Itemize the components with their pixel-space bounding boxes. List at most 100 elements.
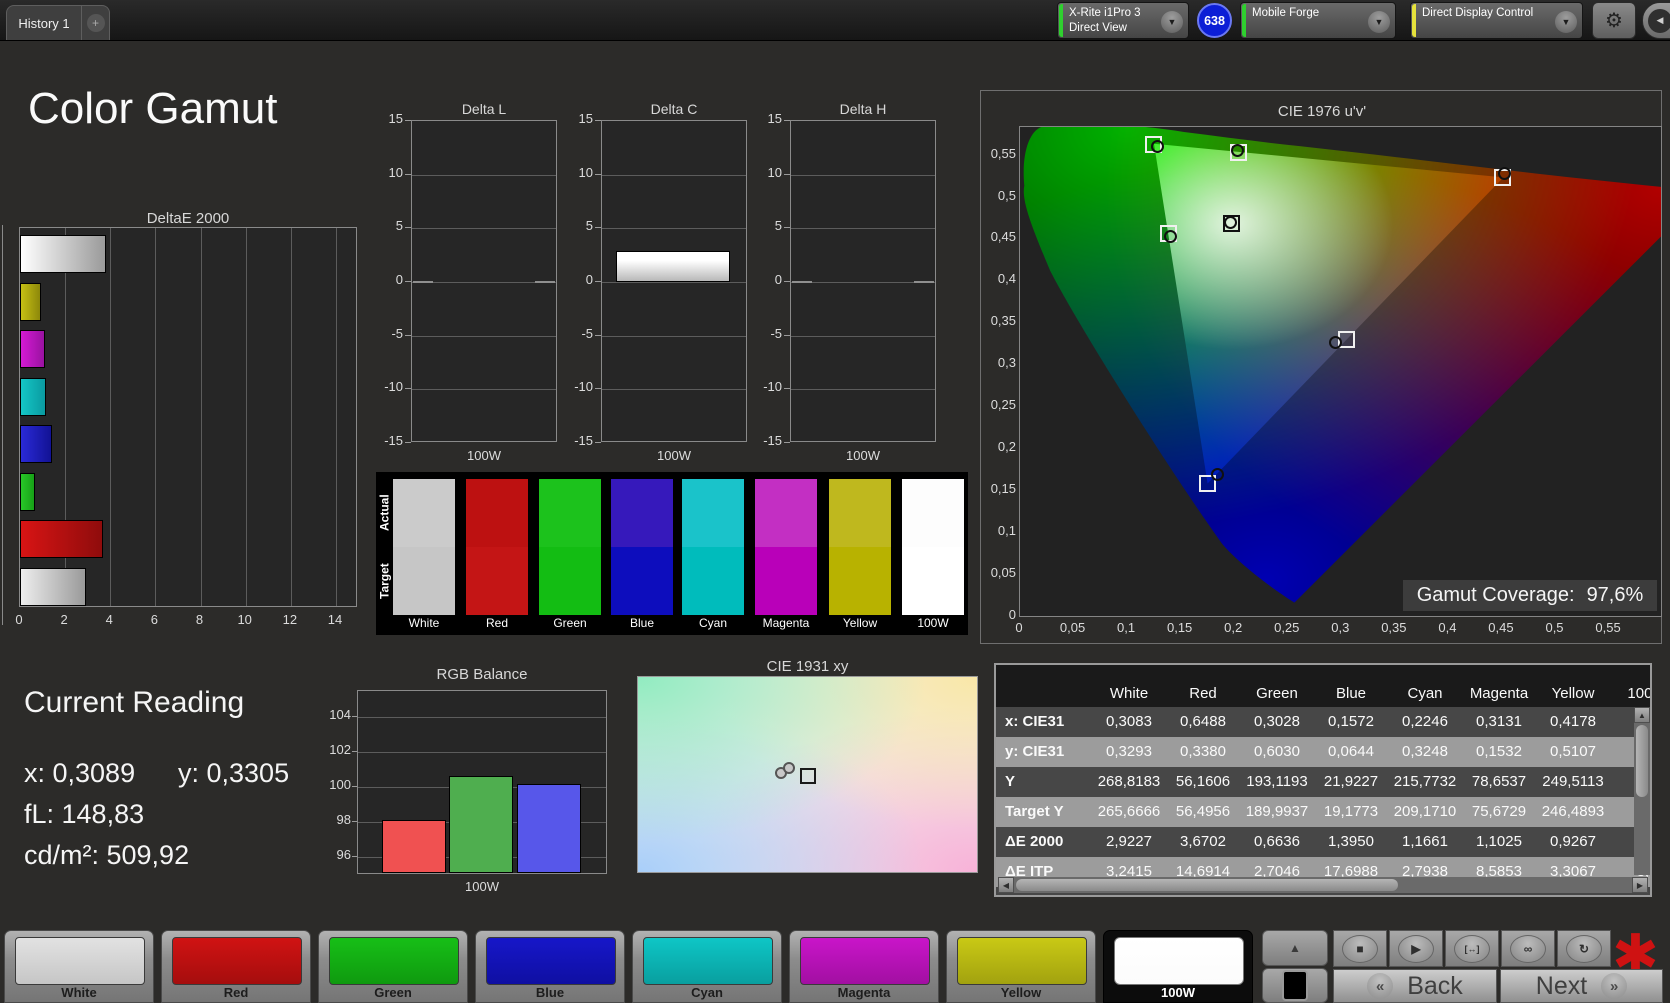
refresh-icon: ↻ — [1566, 934, 1602, 963]
add-tab-button[interactable]: + — [81, 5, 110, 40]
table-cell: 56,4956 — [1175, 803, 1231, 820]
pattern-window-icon — [1282, 970, 1308, 1001]
meter-count-badge[interactable]: 638 — [1197, 3, 1232, 38]
back-button[interactable]: « Back — [1333, 969, 1497, 1003]
delta-y-tick: -15 — [574, 433, 593, 448]
cie1976-y-tick: 0,55 — [990, 145, 1016, 161]
step-button[interactable]: [↔] — [1445, 930, 1499, 967]
delta-h-chart — [790, 120, 936, 442]
gridline — [602, 228, 746, 230]
gridline — [602, 282, 746, 283]
h-scrollbar[interactable]: ◀ ▶ — [998, 877, 1648, 893]
settings-button[interactable]: ⚙ — [1592, 2, 1636, 39]
delta-y-tick: 5 — [395, 218, 403, 234]
tick-mark — [352, 751, 357, 753]
scroll-up-arrow[interactable]: ▲ — [1634, 707, 1650, 723]
meter-dropdown[interactable]: X-Rite i1Pro 3 Direct View ▼ — [1057, 2, 1189, 39]
table-cell: 0,3293 — [1106, 743, 1152, 760]
scroll-right-arrow[interactable]: ▶ — [1632, 877, 1648, 893]
deltae-chart-title: DeltaE 2000 — [146, 210, 230, 227]
table-row: x: CIE31 0,3083 0,6488 0,3028 0,1572 0,2246 0,… — [996, 707, 1650, 737]
source-dropdown[interactable]: Mobile Forge ▼ — [1240, 2, 1396, 39]
tick-mark — [352, 786, 357, 788]
source-label: Mobile Forge — [1252, 7, 1320, 19]
gridline — [602, 389, 746, 391]
display-label: Direct Display Control — [1422, 7, 1534, 19]
rgb-x-label: 100W — [465, 879, 499, 894]
cie1931-plot — [637, 676, 978, 873]
pattern-button-cyan[interactable]: Cyan — [632, 930, 782, 1003]
row-label: Target Y — [1005, 803, 1064, 820]
pattern-button-magenta[interactable]: Magenta — [789, 930, 939, 1003]
delta-y-tick: -5 — [391, 325, 403, 341]
next-label: Next — [1535, 971, 1588, 1000]
scroll-left-arrow[interactable]: ◀ — [998, 877, 1014, 893]
swatch-red-actual — [466, 479, 528, 547]
delta-chart-title: Delta H — [839, 101, 887, 117]
step-icon: [↔] — [1454, 934, 1490, 963]
delta-y-tick: 5 — [774, 218, 782, 234]
cie1976-x-tick: 0,15 — [1166, 620, 1193, 635]
swatch-cyan-actual — [682, 479, 744, 547]
cie1976-y-tick: 0,25 — [990, 397, 1016, 413]
pattern-button-red[interactable]: Red — [161, 930, 311, 1003]
cie1976-diagram — [1023, 123, 1670, 603]
zero-mark — [914, 281, 934, 283]
rgb-y-tick: 104 — [329, 707, 351, 723]
meter-accent-bar — [1059, 4, 1063, 37]
deltae-bar-blue — [20, 425, 52, 463]
pattern-window-up-button[interactable]: ▲ — [1262, 930, 1328, 966]
gridline — [200, 228, 202, 606]
swatch-panel: Actual Target White Red Green Blue Cyan Magenta… — [376, 472, 968, 635]
stop-button[interactable]: ■ — [1333, 930, 1387, 967]
meter-name: X-Rite i1Pro 3 — [1069, 7, 1141, 19]
zero-mark — [535, 281, 555, 283]
pattern-button-blue[interactable]: Blue — [475, 930, 625, 1003]
swatch-100w-target — [902, 547, 964, 615]
delta-y-tick: 15 — [578, 111, 593, 126]
table-cell: 78,6537 — [1471, 773, 1527, 790]
pattern-button-label: Red — [223, 985, 249, 1000]
tick-mark — [405, 173, 411, 175]
deltae-bar-green — [20, 472, 35, 511]
pattern-button-yellow[interactable]: Yellow — [946, 930, 1096, 1003]
play-icon: ▶ — [1398, 934, 1434, 963]
pattern-button-green[interactable]: Green — [318, 930, 468, 1003]
continuous-button[interactable]: ∞ — [1501, 930, 1555, 967]
pattern-swatch — [15, 937, 145, 985]
chevron-down-icon: ▼ — [1555, 11, 1577, 33]
table-cell: 0,2246 — [1402, 713, 1448, 730]
table-row: y: CIE31 0,3293 0,3380 0,6030 0,0644 0,3248 0,… — [996, 737, 1650, 767]
pattern-button-white[interactable]: White — [4, 930, 154, 1003]
display-control-dropdown[interactable]: Direct Display Control ▼ — [1410, 2, 1583, 39]
target-row-label: Target — [377, 563, 392, 599]
pattern-button-label: 100W — [1161, 985, 1195, 1000]
source-accent-bar — [1242, 4, 1246, 37]
play-button[interactable]: ▶ — [1389, 930, 1443, 967]
page-title: Color Gamut — [28, 84, 278, 133]
back-chevrons-icon: « — [1367, 973, 1394, 999]
pattern-button-100w[interactable]: 100W — [1103, 930, 1253, 1003]
table-row: Y 268,8183 56,1606 193,1193 21,9227 215,7732 7… — [996, 767, 1650, 797]
column-header: Magenta — [1469, 685, 1529, 702]
collapse-panel-button[interactable]: ◀ — [1642, 2, 1670, 39]
delta-l-chart — [411, 120, 557, 442]
table-row: Target Y 265,6666 56,4956 189,9937 19,1773 20… — [996, 797, 1650, 827]
cie1976-y-tick: 0 — [1008, 606, 1016, 622]
refresh-button[interactable]: ↻ — [1557, 930, 1611, 967]
v-scrollbar[interactable]: ▲ — [1634, 707, 1650, 875]
cie1976-y-tick: 0,1 — [997, 522, 1016, 538]
chevron-down-icon: ▼ — [1161, 11, 1183, 33]
next-button[interactable]: Next » — [1500, 969, 1663, 1003]
delta-c-chart — [601, 120, 747, 442]
rgb-y-tick: 96 — [336, 847, 351, 863]
tick-mark — [784, 227, 790, 229]
scroll-thumb[interactable] — [1016, 879, 1398, 891]
scroll-thumb[interactable] — [1636, 725, 1648, 797]
deltae-bar-100w — [20, 235, 106, 273]
pattern-window-toggle[interactable] — [1262, 968, 1328, 1003]
tick-mark — [595, 442, 601, 443]
tick-mark — [595, 334, 601, 336]
tab-history[interactable]: History 1 — [6, 5, 82, 40]
swatch-label: Green — [553, 616, 587, 630]
